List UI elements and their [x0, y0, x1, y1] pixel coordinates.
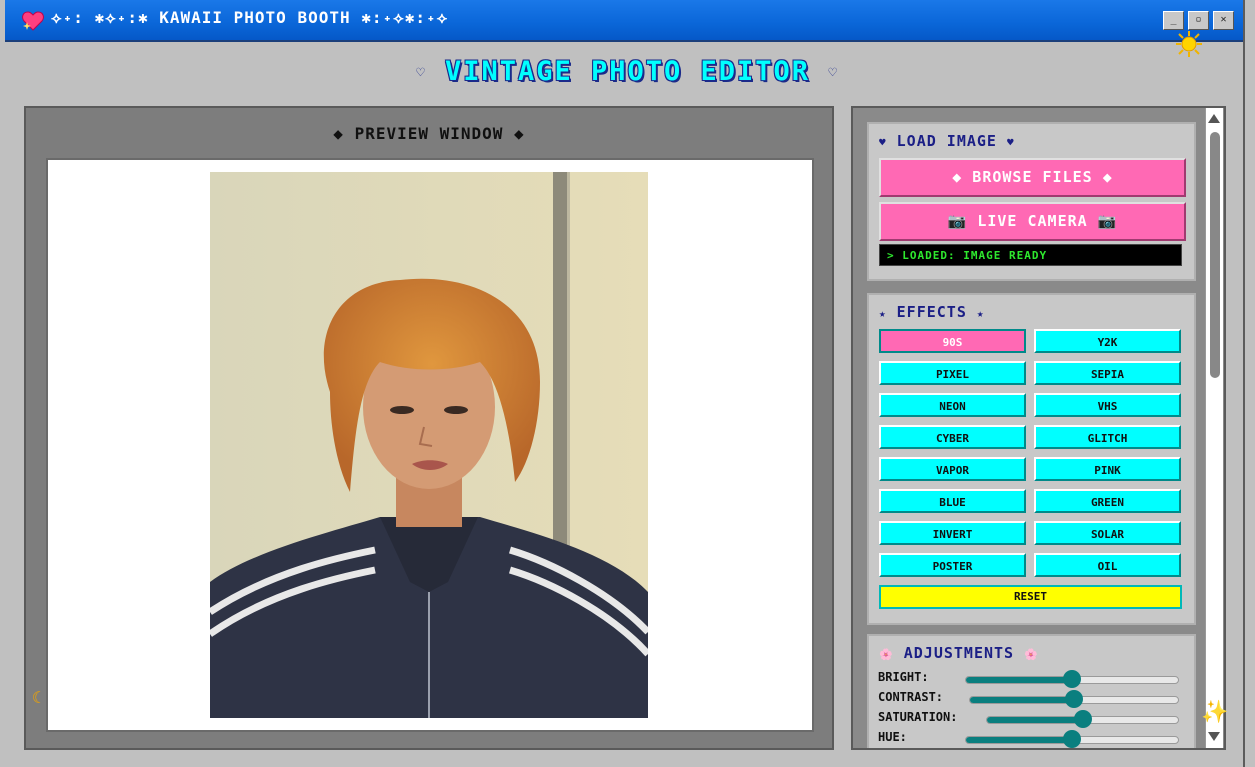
effect-button-y2k[interactable]: Y2K: [1034, 329, 1181, 353]
maximize-button[interactable]: ▫: [1188, 11, 1209, 30]
effects-title: ★ EFFECTS ★: [879, 303, 985, 321]
effects-heading: EFFECTS: [896, 303, 967, 321]
reset-button[interactable]: RESET: [879, 585, 1182, 609]
effect-button-90s[interactable]: 90S: [879, 329, 1026, 353]
load-image-title: ♥ LOAD IMAGE ♥: [879, 132, 1015, 150]
window-right-edge: [1243, 0, 1255, 767]
effect-button-neon[interactable]: NEON: [879, 393, 1026, 417]
control-panel: ♥ LOAD IMAGE ♥ ◆ BROWSE FILES ◆ 📷 LIVE C…: [851, 106, 1226, 750]
effect-button-cyber[interactable]: CYBER: [879, 425, 1026, 449]
load-image-heading: LOAD IMAGE: [896, 132, 997, 150]
heart-icon: ♥: [879, 136, 887, 149]
page-title-text: VINTAGE PHOTO EDITOR: [444, 56, 811, 87]
saturation-slider-thumb[interactable]: [1073, 710, 1092, 728]
star-icon: ★: [879, 307, 887, 320]
browse-files-button[interactable]: ◆ BROWSE FILES ◆: [879, 158, 1186, 197]
preview-window: ◆ PREVIEW WINDOW ◆: [24, 106, 834, 750]
hue-slider-fill: [966, 737, 1072, 743]
sparkle-heart-icon: [22, 11, 44, 31]
moon-icon: ☾: [32, 688, 42, 707]
sun-icon: [1176, 31, 1202, 57]
effect-button-green[interactable]: GREEN: [1034, 489, 1181, 513]
effect-button-poster[interactable]: POSTER: [879, 553, 1026, 577]
saturation-slider-fill: [987, 717, 1083, 723]
panel-scrollbar[interactable]: [1205, 108, 1223, 748]
effect-button-invert[interactable]: INVERT: [879, 521, 1026, 545]
bright-label: BRIGHT:: [878, 670, 929, 684]
contrast-slider-fill: [970, 697, 1074, 703]
scroll-down-arrow-icon[interactable]: [1208, 732, 1220, 741]
adjustments-title: 🌸 ADJUSTMENTS 🌸: [879, 644, 1039, 662]
preview-canvas[interactable]: [46, 158, 814, 732]
hue-label: HUE:: [878, 730, 907, 744]
window-title: ⟡˖: ✱⟡˖:✱ KAWAII PHOTO BOOTH ✱:˖⟡✱:˖⟡: [51, 8, 449, 27]
contrast-slider-thumb[interactable]: [1065, 690, 1083, 708]
live-camera-button[interactable]: 📷 LIVE CAMERA 📷: [879, 202, 1186, 241]
scroll-up-arrow-icon[interactable]: [1208, 114, 1220, 123]
adjustments-heading: ADJUSTMENTS: [903, 644, 1015, 662]
saturation-slider[interactable]: [986, 710, 1179, 728]
effect-button-blue[interactable]: BLUE: [879, 489, 1026, 513]
flower-icon: 🌸: [879, 648, 894, 661]
hue-slider-thumb[interactable]: [1063, 730, 1081, 748]
effect-button-glitch[interactable]: GLITCH: [1034, 425, 1181, 449]
effect-button-vhs[interactable]: VHS: [1034, 393, 1181, 417]
page-title: ♡ VINTAGE PHOTO EDITOR ♡: [0, 56, 1255, 87]
load-image-section: ♥ LOAD IMAGE ♥ ◆ BROWSE FILES ◆ 📷 LIVE C…: [867, 122, 1196, 281]
minimize-button[interactable]: _: [1163, 11, 1184, 30]
contrast-label: CONTRAST:: [878, 690, 944, 704]
adjustments-section: 🌸 ADJUSTMENTS 🌸 BRIGHT: CONTRAST: SATURA…: [867, 634, 1196, 748]
heart-outline-icon: ♡: [828, 64, 839, 81]
bright-slider-thumb[interactable]: [1063, 670, 1081, 688]
sparkle-icon: ✨: [1201, 700, 1229, 725]
title-bar: ⟡˖: ✱⟡˖:✱ KAWAII PHOTO BOOTH ✱:˖⟡✱:˖⟡ _ …: [5, 0, 1243, 42]
star-icon: ★: [976, 307, 985, 320]
heart-outline-icon: ♡: [416, 64, 427, 81]
effect-button-pink[interactable]: PINK: [1034, 457, 1181, 481]
bright-slider-fill: [966, 677, 1072, 683]
heart-icon: ♥: [1007, 136, 1015, 149]
effect-button-oil[interactable]: OIL: [1034, 553, 1181, 577]
contrast-slider[interactable]: [969, 690, 1179, 708]
preview-title: ◆ PREVIEW WINDOW ◆: [333, 124, 525, 143]
effect-button-solar[interactable]: SOLAR: [1034, 521, 1181, 545]
hue-slider[interactable]: [965, 730, 1179, 748]
effect-button-sepia[interactable]: SEPIA: [1034, 361, 1181, 385]
effect-button-pixel[interactable]: PIXEL: [879, 361, 1026, 385]
effects-section: ★ EFFECTS ★ 90S Y2K PIXEL SEPIA NEON VHS CYBER…: [867, 293, 1196, 625]
close-button[interactable]: ✕: [1213, 11, 1234, 30]
load-status: > LOADED: IMAGE READY: [879, 244, 1182, 266]
scrollbar-thumb[interactable]: [1210, 132, 1220, 378]
saturation-label: SATURATION:: [878, 710, 958, 724]
bright-slider[interactable]: [965, 670, 1179, 688]
effect-button-vapor[interactable]: VAPOR: [879, 457, 1026, 481]
preview-photo: [210, 172, 648, 718]
flower-icon: 🌸: [1024, 648, 1039, 661]
